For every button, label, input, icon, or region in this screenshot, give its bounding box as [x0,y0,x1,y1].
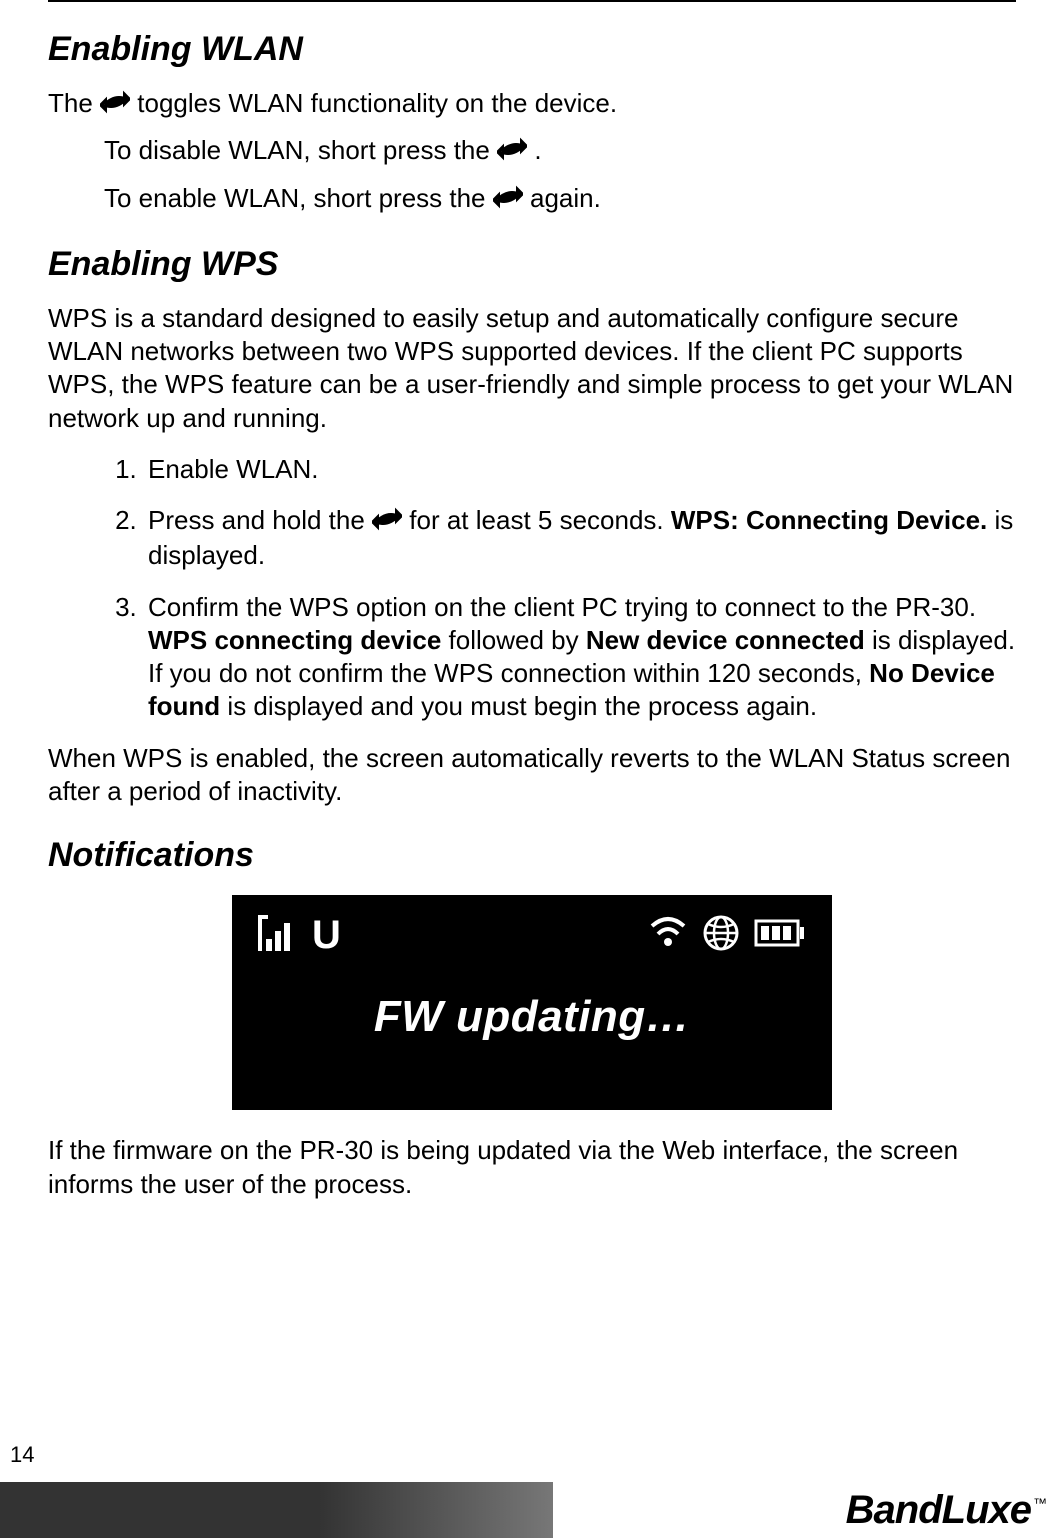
step-2: Press and hold the for at least 5 second… [144,504,1016,573]
wps-intro: WPS is a standard designed to easily set… [48,302,1016,435]
text-fragment: To disable WLAN, short press the [104,135,490,165]
step-1: Enable WLAN. [144,453,1016,486]
network-type-label: U [312,913,341,958]
trademark-symbol: ™ [1033,1495,1046,1511]
wlan-swap-icon [497,136,527,169]
text-fragment: Enable WLAN. [148,454,319,484]
brand-text: BandLuxe [846,1488,1031,1532]
heading-enabling-wlan: Enabling WLAN [48,30,1016,69]
bold-text: New device connected [586,625,865,655]
bold-text: WPS: Connecting Device. [671,505,987,535]
footer-bar-brand-area: BandLuxe™ [553,1482,1064,1538]
text-fragment: Press and hold the [148,505,372,535]
text-fragment: again. [530,183,601,213]
notifications-body: If the firmware on the PR-30 is being up… [48,1134,1016,1201]
page-footer: BandLuxe™ [0,1482,1064,1538]
page-number: 14 [10,1442,34,1468]
text-fragment: . [534,135,541,165]
wifi-icon [648,916,688,955]
brand-logo: BandLuxe™ [846,1488,1046,1533]
text-fragment: toggles WLAN functionality on the device… [137,88,617,118]
signal-bars-icon [258,915,298,956]
device-screen-illustration: U [232,895,832,1110]
wlan-swap-icon [372,506,402,539]
wlan-swap-icon [493,184,523,217]
text-fragment: is displayed and you must begin the proc… [227,691,817,721]
text-fragment: for at least 5 seconds. [409,505,671,535]
wlan-disable-line: To disable WLAN, short press the . [104,134,1016,169]
battery-icon [754,919,806,952]
bold-text: WPS connecting device [148,625,441,655]
text-fragment: followed by [449,625,586,655]
heading-notifications: Notifications [48,836,1016,875]
wlan-enable-line: To enable WLAN, short press the again. [104,182,1016,217]
text-fragment: The [48,88,100,118]
step-3: Confirm the WPS option on the client PC … [144,591,1016,724]
wlan-swap-icon [100,89,130,122]
top-rule [48,0,1016,2]
footer-bar-dark [0,1482,319,1538]
footer-bar-gradient [319,1482,553,1538]
wlan-toggle-description: The toggles WLAN functionality on the de… [48,87,1016,122]
text-fragment: To enable WLAN, short press the [104,183,493,213]
heading-enabling-wps: Enabling WPS [48,245,1016,284]
wps-steps-list: Enable WLAN. Press and hold the for at l… [48,453,1016,724]
text-fragment: Confirm the WPS option on the client PC … [148,592,976,622]
wps-outro: When WPS is enabled, the screen automati… [48,742,1016,809]
globe-icon [702,914,740,957]
firmware-updating-text: FW updating… [252,968,812,1076]
